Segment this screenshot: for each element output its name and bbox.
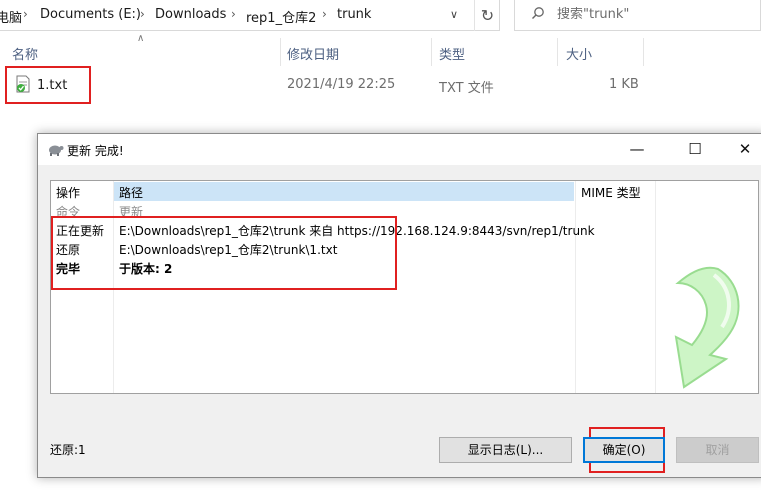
update-log-list[interactable]: 操作 路径 MIME 类型 命令 更新 正在更新 E:\Downloads\re… xyxy=(50,180,759,394)
cancel-button[interactable]: 取消 xyxy=(676,437,759,463)
maximize-button[interactable]: ☐ xyxy=(672,134,718,165)
column-divider[interactable] xyxy=(643,38,644,66)
text-file-icon xyxy=(16,75,30,93)
tortoise-icon xyxy=(49,145,64,156)
chevron-down-icon[interactable]: ∨ xyxy=(443,4,465,26)
chevron-right-icon[interactable]: › xyxy=(322,7,327,21)
header-path[interactable]: 路径 xyxy=(119,184,143,201)
file-size: 1 KB xyxy=(609,77,639,92)
breadcrumb-trunk[interactable]: trunk xyxy=(337,7,371,22)
address-bar[interactable]: 电脑 › Documents (E:) › Downloads › rep1_仓… xyxy=(0,0,500,31)
column-divider[interactable] xyxy=(575,181,576,393)
show-log-button[interactable]: 显示日志(L)... xyxy=(439,437,572,463)
breadcrumb-documents[interactable]: Documents (E:) xyxy=(40,7,141,22)
chevron-right-icon[interactable]: › xyxy=(140,7,145,21)
breadcrumb-rep1[interactable]: rep1_仓库2 xyxy=(246,7,316,26)
search-icon xyxy=(532,7,544,19)
status-text: 还原:1 xyxy=(50,443,86,457)
file-type: TXT 文件 xyxy=(439,81,494,96)
dialog-title: 更新 完成! xyxy=(67,144,124,158)
header-mime[interactable]: MIME 类型 xyxy=(581,184,641,201)
header-action[interactable]: 操作 xyxy=(56,184,80,201)
update-dialog: 更新 完成! — ☐ ✕ 操作 路径 MIME 类型 命令 更新 正在更新 E:… xyxy=(37,133,761,478)
minimize-button[interactable]: — xyxy=(614,134,660,165)
column-type[interactable]: 类型 xyxy=(439,44,465,63)
chevron-right-icon[interactable]: › xyxy=(23,7,28,21)
file-modified: 2021/4/19 22:25 xyxy=(287,77,396,92)
column-divider[interactable] xyxy=(557,38,558,66)
column-divider[interactable] xyxy=(280,38,281,66)
dialog-titlebar[interactable]: 更新 完成! — ☐ ✕ xyxy=(38,134,761,165)
breadcrumb-downloads[interactable]: Downloads xyxy=(155,7,226,22)
column-name[interactable]: 名称 xyxy=(12,44,38,63)
search-box[interactable] xyxy=(514,0,761,31)
update-arrow-icon xyxy=(674,266,740,389)
column-modified[interactable]: 修改日期 xyxy=(287,44,339,63)
breadcrumb-pc[interactable]: 电脑 xyxy=(0,7,22,26)
search-input[interactable] xyxy=(557,7,747,22)
refresh-icon[interactable]: ↻ xyxy=(474,0,500,31)
file-row-highlight[interactable]: 1.txt xyxy=(5,66,91,104)
header-selection xyxy=(114,182,574,201)
close-button[interactable]: ✕ xyxy=(722,134,761,165)
file-name[interactable]: 1.txt xyxy=(37,78,67,93)
column-divider[interactable] xyxy=(431,38,432,66)
column-size[interactable]: 大小 xyxy=(566,44,592,63)
sort-up-icon: ∧ xyxy=(137,33,145,44)
chevron-right-icon[interactable]: › xyxy=(231,7,236,21)
ok-button[interactable]: 确定(O) xyxy=(583,437,665,463)
log-highlight-box xyxy=(51,216,397,290)
